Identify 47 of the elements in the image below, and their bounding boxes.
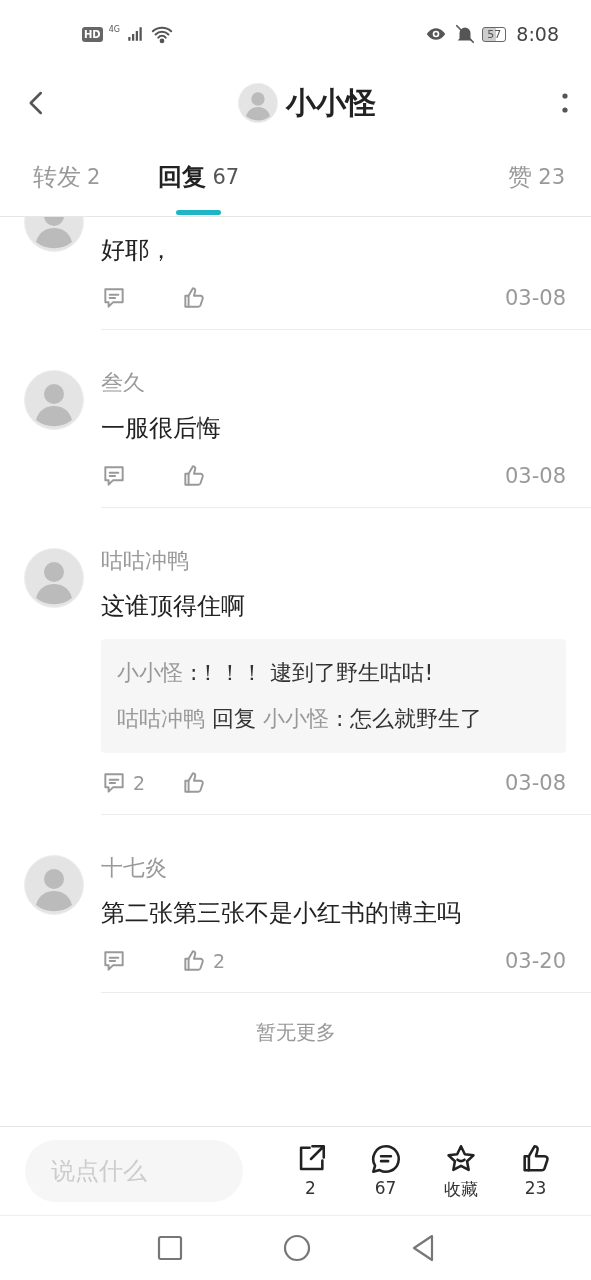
bell-off-icon [454,23,477,45]
reply-button[interactable]: 2 [101,770,181,796]
comment-date: 03-20 [504,949,566,973]
username[interactable]: 咕咕冲鸭 [101,546,566,576]
like-button[interactable]: 2 [181,948,261,974]
recent-apps-icon[interactable] [156,1235,183,1261]
share-button[interactable]: 2 [280,1141,341,1201]
comment-icon [101,285,127,311]
back-icon[interactable] [410,1234,435,1262]
comment-date: 03-08 [504,286,566,310]
like-button[interactable]: 23 [505,1141,566,1201]
tab[interactable]: 赞 23 [508,138,565,216]
comment-date: 03-08 [504,771,566,795]
more-icon[interactable] [561,92,569,114]
avatar[interactable] [237,83,278,123]
hd-badge: HD [82,26,103,42]
favorite-button[interactable]: 收藏 [430,1141,491,1201]
network-type: 4G [108,24,120,34]
username[interactable]: 十七炎 [101,853,566,883]
reply-text: 小小怪 :！！！ 逮到了野生咕咕! [117,659,435,687]
avatar[interactable] [24,370,84,430]
thumbs-up-icon [181,463,207,489]
reply-box[interactable]: 小小怪 :！！！ 逮到了野生咕咕! 咕咕冲鸭 回复 小小怪 : 怎么就野生了 [101,639,566,753]
comment-button[interactable]: 67 [355,1141,416,1201]
battery-indicator: 57 [482,26,507,42]
tab[interactable]: 回复 67 [158,138,240,216]
reply-text: 咕咕冲鸭 回复 小小怪 : 怎么就野生了 [117,705,484,733]
comment-text: 一服很后悔 [101,413,222,444]
comment-icon [101,770,127,796]
page-title: 小小怪 [285,83,376,122]
comment-icon [101,463,127,489]
comment-date: 03-08 [504,464,566,488]
signal-icon [125,24,144,44]
thumbs-up-icon [181,285,207,311]
username[interactable]: 叁久 [101,368,566,398]
avatar[interactable] [24,855,84,915]
clock: 8:08 [516,23,559,45]
thumbs-up-icon [181,770,207,796]
comment-text: 第二张第三张不是小红书的博主吗 [101,898,462,929]
home-icon[interactable] [282,1234,311,1262]
avatar[interactable] [24,548,84,608]
tab[interactable]: 转发 2 [33,138,101,216]
comment-icon [101,948,127,974]
thumbs-up-icon [181,948,207,974]
comment-text: 这谁顶得住啊 [101,591,246,622]
comment-text: 好耶， [101,235,174,266]
end-of-list-note: 暂无更多 [254,1019,337,1046]
